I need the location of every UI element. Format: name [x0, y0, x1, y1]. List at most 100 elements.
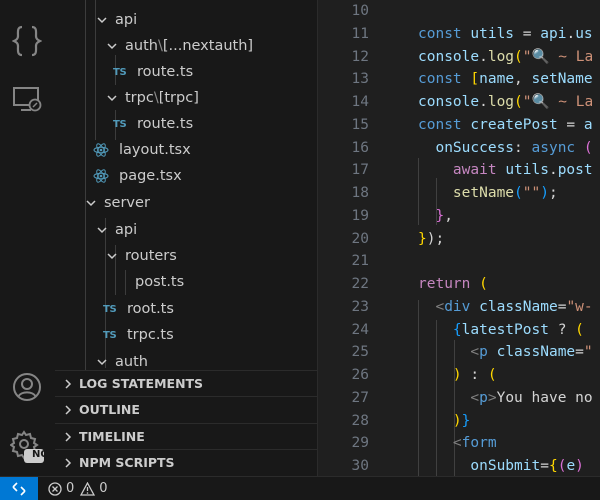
- tree-file-layout-tsx[interactable]: layout.tsx: [55, 137, 317, 163]
- tree-folder-api[interactable]: api: [55, 7, 317, 33]
- code-token: ": [583, 344, 593, 361]
- code-token: ): [540, 185, 549, 201]
- tree-folder-api[interactable]: api: [55, 217, 317, 243]
- code-token: (: [575, 321, 584, 338]
- line-number: 21: [351, 253, 369, 270]
- tree-item-label: [...nextauth]: [162, 38, 254, 54]
- section-label: OUTLINE: [79, 402, 140, 417]
- line-number: 23: [351, 298, 369, 315]
- code-token: ,: [444, 207, 453, 224]
- code-token: ?: [548, 321, 576, 338]
- tree-file-post-ts[interactable]: post.ts: [55, 269, 317, 295]
- section-outline[interactable]: OUTLINE: [55, 396, 317, 422]
- tree-file-trpc-ts[interactable]: TS trpc.ts: [55, 322, 317, 348]
- typescript-file-icon: TS: [103, 329, 117, 341]
- code-token: (: [514, 48, 523, 65]
- chevron-down-icon: [84, 196, 98, 210]
- line-number: 30: [351, 458, 369, 474]
- code-line: onSubmit={(e): [418, 455, 584, 476]
- line-number: 27: [351, 389, 369, 406]
- tree-item-label: server: [104, 195, 150, 211]
- tree-folder-trpc[interactable]: trpc \ [trpc]: [55, 85, 317, 111]
- code-token: className: [496, 344, 576, 361]
- code-line: return (: [418, 273, 488, 296]
- code-token: {: [548, 458, 558, 474]
- code-token: (: [514, 185, 523, 201]
- code-token: .: [479, 94, 488, 110]
- typescript-file-icon: TS: [103, 303, 117, 315]
- code-token: );: [426, 230, 445, 247]
- code-token: ): [452, 367, 462, 383]
- tree-item-label: page.tsx: [119, 168, 182, 184]
- code-token: }: [461, 412, 471, 429]
- remote-explorer-icon[interactable]: [8, 80, 46, 118]
- tree-file-root-ts[interactable]: TS root.ts: [55, 296, 317, 322]
- tree-file-page-tsx[interactable]: page.tsx: [55, 163, 317, 189]
- problems-indicator[interactable]: 0 0: [48, 481, 108, 496]
- code-editor[interactable]: 10 11 const utils = api.us 12 console.log("🔍…: [317, 0, 600, 476]
- code-token: setName: [452, 185, 515, 201]
- line-number: 13: [351, 71, 369, 88]
- section-npm-scripts[interactable]: NPM SCRIPTS: [55, 449, 317, 475]
- code-line: <div className="w-: [418, 296, 593, 319]
- explorer-braces-icon[interactable]: [8, 22, 46, 60]
- activity-bar: NO: [0, 0, 55, 476]
- code-token: p: [479, 344, 497, 361]
- tree-item-label: trpc.ts: [127, 327, 174, 343]
- line-number: 14: [351, 94, 369, 110]
- code-token: ): [452, 412, 462, 429]
- code-token: await: [452, 162, 506, 179]
- code-line: ) : (: [418, 364, 497, 387]
- chevron-down-icon: [105, 39, 119, 53]
- code-token: "w-: [566, 298, 593, 315]
- line-number: 24: [351, 321, 369, 338]
- code-token: <: [452, 435, 462, 452]
- code-token: a: [583, 116, 593, 133]
- code-token: =: [575, 344, 584, 361]
- code-token: (: [514, 94, 523, 110]
- settings-badge: NO: [32, 449, 49, 460]
- remote-indicator-icon[interactable]: [0, 476, 38, 500]
- account-icon[interactable]: [8, 368, 46, 406]
- tree-folder-auth-nextauth[interactable]: auth \ [...nextauth]: [55, 33, 317, 59]
- tree-folder-server[interactable]: server: [55, 190, 317, 216]
- line-number: 11: [351, 25, 369, 42]
- chevron-right-icon: [61, 377, 75, 391]
- code-line: const utils = api.us: [418, 23, 593, 46]
- code-token: p: [479, 389, 488, 406]
- chevron-right-icon: [61, 403, 75, 417]
- chevron-down-icon: [95, 223, 109, 237]
- code-token: us: [575, 25, 593, 42]
- code-line: });: [418, 228, 444, 251]
- typescript-file-icon: TS: [113, 118, 127, 130]
- code-token: className: [479, 298, 558, 315]
- chevron-right-icon: [61, 430, 75, 444]
- error-count: 0: [66, 481, 75, 496]
- code-token: .: [566, 25, 576, 42]
- code-token: e: [566, 458, 576, 474]
- tree-item-label: api: [115, 12, 138, 28]
- code-token: "🔍 ~ La: [522, 48, 594, 65]
- code-token: setName: [531, 71, 593, 88]
- tree-file-route-ts[interactable]: TS route.ts: [55, 59, 317, 85]
- tree-item-label: root.ts: [127, 301, 174, 317]
- section-label: TIMELINE: [79, 429, 145, 444]
- code-token: >: [487, 389, 497, 406]
- tree-folder-routers[interactable]: routers: [55, 243, 317, 269]
- tree-file-route-ts[interactable]: TS route.ts: [55, 111, 317, 137]
- section-timeline[interactable]: TIMELINE: [55, 423, 317, 449]
- react-icon: [93, 142, 109, 158]
- section-log-statements[interactable]: LOG STATEMENTS: [55, 370, 317, 396]
- tree-item-label: [trpc]: [158, 90, 199, 106]
- settings-gear-icon[interactable]: NO: [8, 428, 49, 466]
- tree-item-label: route.ts: [137, 116, 194, 132]
- code-line: console.log("🔍 ~ La: [418, 91, 593, 114]
- line-number: 22: [351, 276, 369, 292]
